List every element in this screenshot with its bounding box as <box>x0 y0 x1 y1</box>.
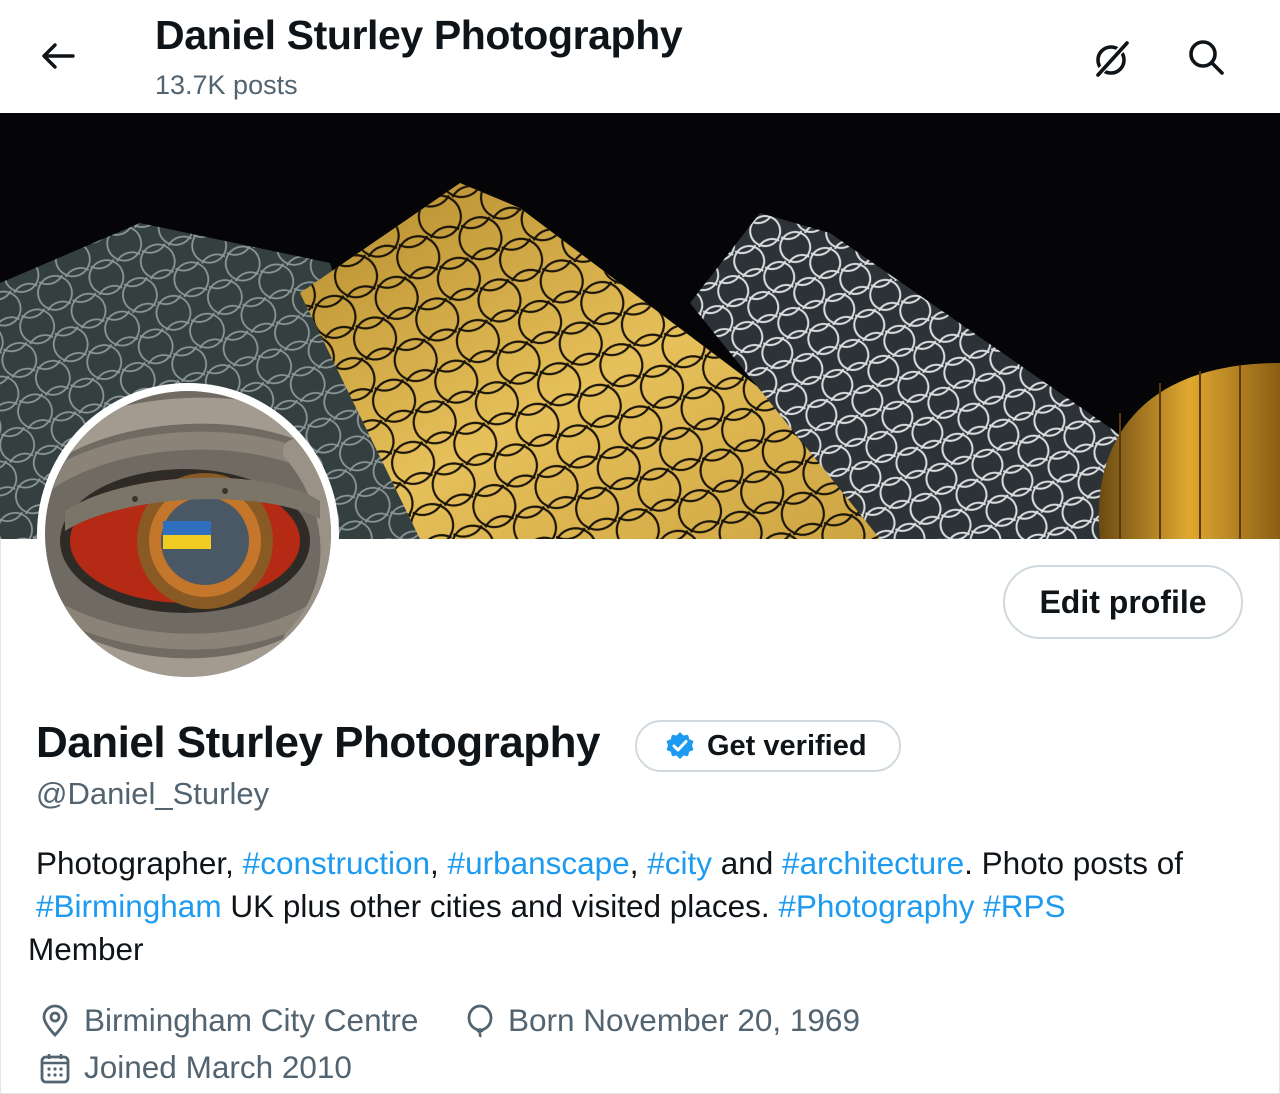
birth-text: Born November 20, 1969 <box>508 1002 860 1038</box>
grok-icon <box>1091 38 1133 85</box>
hashtag-link[interactable]: #RPS <box>983 888 1065 924</box>
search-icon <box>1186 37 1226 82</box>
verified-badge-icon <box>665 731 695 761</box>
joined-text: Joined March 2010 <box>84 1049 352 1085</box>
hashtag-link[interactable]: #Photography <box>778 888 974 924</box>
get-verified-label: Get verified <box>707 729 867 762</box>
search-button[interactable] <box>1178 34 1234 84</box>
arrow-left-icon <box>40 41 76 76</box>
profile-header: Daniel Sturley Photography 13.7K posts <box>0 0 1280 113</box>
bio-text: , <box>629 845 648 881</box>
hashtag-link[interactable]: #city <box>647 845 712 881</box>
location-pin-icon <box>38 1004 72 1038</box>
bio-text: , <box>430 845 448 881</box>
bio-text: . Photo posts of <box>964 845 1184 881</box>
joined-item: Joined March 2010 <box>38 1049 352 1086</box>
location-item: Birmingham City Centre <box>38 1002 418 1039</box>
balloon-icon <box>464 1004 496 1038</box>
bio-text: UK plus other cities and visited places. <box>221 888 779 924</box>
back-button[interactable] <box>30 36 86 80</box>
birth-item: Born November 20, 1969 <box>464 1002 860 1039</box>
hashtag-link[interactable]: #urbanscape <box>448 845 630 881</box>
bio-text: Member <box>28 931 144 967</box>
location-text: Birmingham City Centre <box>84 1002 419 1038</box>
calendar-icon <box>38 1051 72 1085</box>
hashtag-link[interactable]: #architecture <box>782 845 964 881</box>
edit-profile-button[interactable]: Edit profile <box>1003 565 1243 639</box>
hashtag-link[interactable]: #Birmingham <box>36 888 222 924</box>
get-verified-button[interactable]: Get verified <box>635 720 901 772</box>
avatar-image <box>45 391 331 677</box>
header-title: Daniel Sturley Photography <box>155 12 683 58</box>
bio-text: Photographer, <box>36 845 243 881</box>
bio-text <box>975 888 984 924</box>
hashtag-link[interactable]: #construction <box>243 845 430 881</box>
profile-avatar[interactable] <box>37 383 339 685</box>
post-count: 13.7K posts <box>155 70 298 100</box>
profile-bio: Photographer, #construction, #urbanscape… <box>28 842 1251 971</box>
grok-button[interactable] <box>1084 36 1140 86</box>
profile-name: Daniel Sturley Photography <box>36 718 600 767</box>
bio-text: and <box>711 845 783 881</box>
profile-handle: @Daniel_Sturley <box>36 776 270 811</box>
